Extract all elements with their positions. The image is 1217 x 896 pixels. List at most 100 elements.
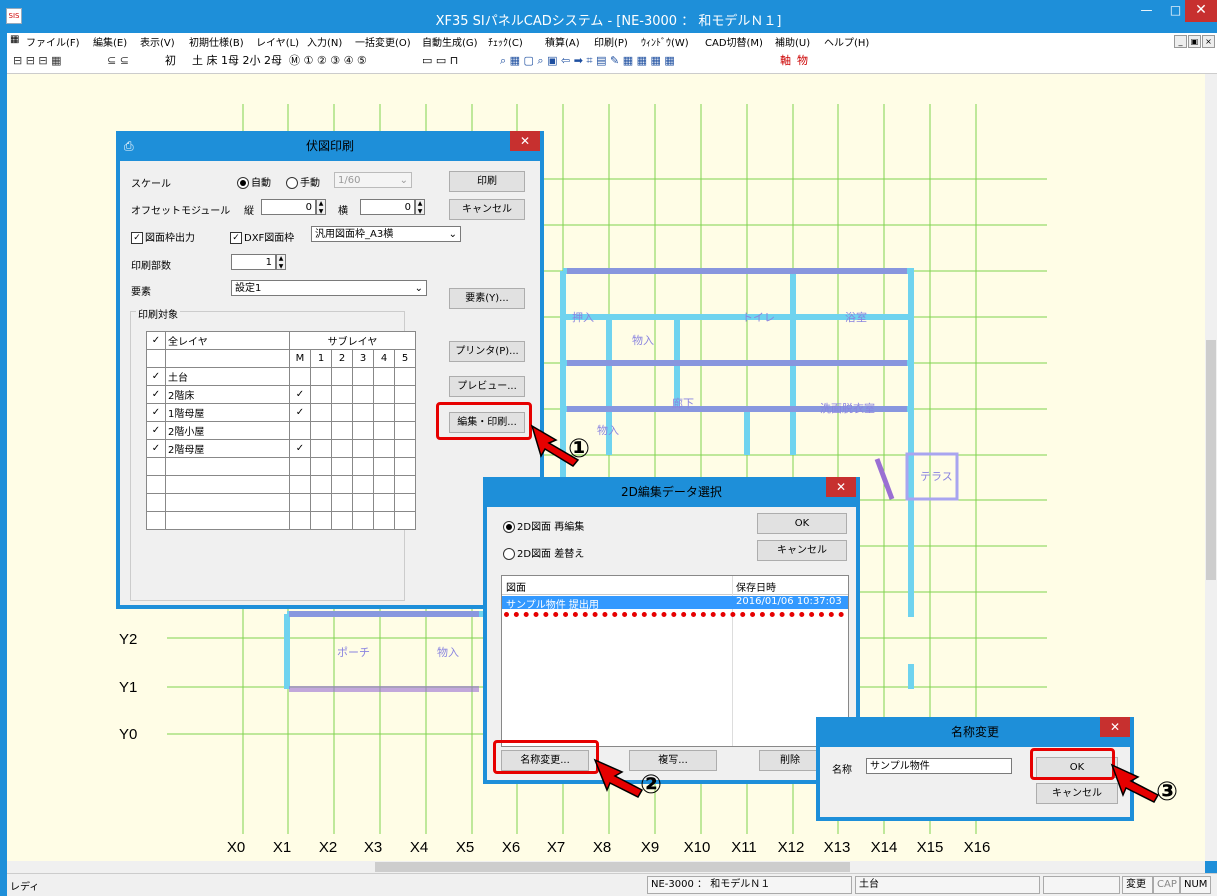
x-axis-label: X3 xyxy=(364,839,382,856)
sublayer-m-check[interactable]: ✓ xyxy=(289,439,311,458)
frame-select[interactable]: 汎用図面枠_A3横 ⌄ xyxy=(311,226,461,242)
layer-check[interactable]: ✓ xyxy=(146,439,166,458)
close-button[interactable]: ✕ xyxy=(1185,0,1217,22)
status-blank xyxy=(1043,876,1120,894)
layer-name: 2階小屋 xyxy=(165,421,290,440)
copies-spinner[interactable]: ▲ ▼ xyxy=(276,254,286,270)
name-input[interactable]: サンプル物件 xyxy=(866,758,1012,774)
close-icon[interactable]: ✕ xyxy=(510,131,540,151)
all-layers-header: 全レイヤ xyxy=(165,331,290,350)
menu-help[interactable]: ヘルプ(H) xyxy=(824,34,869,49)
copies-input[interactable]: 1 xyxy=(231,254,276,270)
scale-manual-radio[interactable]: 手動 xyxy=(286,174,320,189)
menu-bulk-change[interactable]: 一括変更(O) xyxy=(355,34,411,49)
x-axis-labels: X0 X1 X2 X3 X4 X5 X6 X7 X8 X9 X10 X11 X1… xyxy=(227,839,991,856)
menu-view[interactable]: 表示(V) xyxy=(140,34,175,49)
copy-button[interactable]: 複写... xyxy=(629,750,717,771)
sublayer-header: サブレイヤ xyxy=(289,331,416,350)
vertical-offset-input[interactable]: 0 xyxy=(261,199,316,215)
layer-check[interactable]: ✓ xyxy=(146,385,166,404)
reedit-radio[interactable]: 2D図面 再編集 xyxy=(503,518,584,533)
horizontal-offset-input[interactable]: 0 xyxy=(360,199,415,215)
sublayer-m-check[interactable]: ✓ xyxy=(289,403,311,422)
room-label: トイレ xyxy=(742,311,775,324)
horizontal-scroll-thumb[interactable] xyxy=(375,862,850,872)
menu-edit[interactable]: 編集(E) xyxy=(93,34,127,49)
toolbar-shape-buttons[interactable]: ▭ ▭ ⊓ xyxy=(422,53,458,69)
drawing-list[interactable]: 図面 保存日時 サンプル物件 提出用 2016/01/06 10:37:03 xyxy=(501,575,849,747)
list-item[interactable]: サンプル物件 提出用 2016/01/06 10:37:03 xyxy=(502,596,848,611)
layer-check[interactable]: ✓ xyxy=(146,421,166,440)
x-axis-label: X8 xyxy=(593,839,611,856)
toolbar-undo-icons[interactable]: ⊆ ⊆ xyxy=(107,53,129,69)
sublayer-m-check[interactable]: ✓ xyxy=(289,385,311,404)
delete-button[interactable]: 削除 xyxy=(759,750,821,771)
toolbar-thing-button[interactable]: 物 xyxy=(797,53,808,69)
layer-check[interactable]: ✓ xyxy=(146,403,166,422)
toolbar-init-button[interactable]: 初 xyxy=(165,53,176,69)
menu-assist[interactable]: 補助(U) xyxy=(775,34,810,49)
menu-layer[interactable]: レイヤ(L) xyxy=(256,34,299,49)
all-layers-check[interactable]: ✓ xyxy=(146,331,166,350)
mdi-close-icon[interactable]: × xyxy=(1202,35,1215,48)
y-axis-label: Y1 xyxy=(119,679,137,696)
layer-name: 1階母屋 xyxy=(165,403,290,422)
dialog-title: 伏図印刷 xyxy=(305,139,354,153)
drawing-date: 2016/01/06 10:37:03 xyxy=(736,596,842,607)
menu-check[interactable]: ﾁｪｯｸ(C) xyxy=(488,34,523,49)
dxf-frame-checkbox[interactable]: ✓ DXF図面枠 xyxy=(230,229,294,244)
menu-print[interactable]: 印刷(P) xyxy=(594,34,628,49)
replace-radio[interactable]: 2D図面 差替え xyxy=(503,545,584,560)
cancel-button[interactable]: キャンセル xyxy=(449,199,525,220)
menu-input[interactable]: 入力(N) xyxy=(307,34,342,49)
preview-button[interactable]: プレビュー... xyxy=(449,376,525,397)
print-target-label: 印刷対象 xyxy=(136,306,180,321)
print-button[interactable]: 印刷 xyxy=(449,171,525,192)
room-label: 洗面脱衣室 xyxy=(820,401,875,415)
mdi-minimize-icon[interactable]: _ xyxy=(1174,35,1187,48)
close-icon[interactable]: ✕ xyxy=(1100,717,1130,737)
horizontal-label: 横 xyxy=(338,206,348,217)
room-label: ポーチ xyxy=(337,646,370,659)
x-axis-label: X14 xyxy=(871,839,898,856)
toolbar-layer-buttons[interactable]: 土 床 1母 2小 2母 xyxy=(192,53,282,69)
sublayer-m-check[interactable] xyxy=(289,367,311,386)
horizontal-offset-spinner[interactable]: ▲ ▼ xyxy=(415,199,425,215)
scale-auto-radio[interactable]: 自動 xyxy=(237,174,271,189)
menu-cad-switch[interactable]: CAD切替(M) xyxy=(705,34,763,49)
table-row: ✓ 2階小屋 xyxy=(146,421,416,440)
x-axis-label: X12 xyxy=(778,839,805,856)
minimize-button[interactable]: — xyxy=(1132,0,1161,22)
frame-output-checkbox[interactable]: ✓ 図面枠出力 xyxy=(131,229,195,244)
menu-file[interactable]: ファイル(F) xyxy=(26,34,80,49)
cancel-button[interactable]: キャンセル xyxy=(1036,783,1118,804)
layer-check[interactable]: ✓ xyxy=(146,367,166,386)
menu-initial-spec[interactable]: 初期仕様(B) xyxy=(189,34,244,49)
toolbar-shaft-button[interactable]: 軸 xyxy=(780,53,791,69)
name-label: 名称 xyxy=(832,765,852,776)
toolbar-file-icons[interactable]: ⊟ ⊟ ⊟ ▦ xyxy=(13,53,62,69)
menu-estimate[interactable]: 積算(A) xyxy=(545,34,580,49)
element-button[interactable]: 要素(Y)... xyxy=(449,288,525,309)
element-select[interactable]: 設定1 ⌄ xyxy=(231,280,427,296)
sublayer-m-check[interactable] xyxy=(289,421,311,440)
scale-select[interactable]: 1/60 ⌄ xyxy=(334,172,412,188)
close-icon[interactable]: ✕ xyxy=(826,477,856,497)
vertical-scroll-thumb[interactable] xyxy=(1206,340,1216,580)
sublayer-col: 3 xyxy=(352,349,374,368)
menu-window[interactable]: ｳｨﾝﾄﾞｳ(W) xyxy=(641,34,689,49)
x-axis-label: X10 xyxy=(684,839,711,856)
toolbar-number-buttons[interactable]: Ⓜ ① ② ③ ④ ⑤ xyxy=(289,53,367,69)
cancel-button[interactable]: キャンセル xyxy=(757,540,847,561)
highlight-underline xyxy=(504,612,844,617)
toolbar-tool-icons[interactable]: ⌕ ▦ ▢ ⌕ ▣ ⇦ ➡ ⌗ ▤ ✎ ▦ ▦ ▦ ▦ xyxy=(500,53,675,69)
room-label: 物入 xyxy=(437,645,459,659)
ok-button[interactable]: OK xyxy=(757,513,847,534)
vertical-offset-spinner[interactable]: ▲ ▼ xyxy=(316,199,326,215)
x-axis-label: X9 xyxy=(641,839,659,856)
printer-button[interactable]: プリンタ(P)... xyxy=(449,341,525,362)
x-axis-label: X0 xyxy=(227,839,245,856)
mdi-restore-icon[interactable]: ▣ xyxy=(1188,35,1201,48)
menu-auto-generate[interactable]: 自動生成(G) xyxy=(422,34,478,49)
callout-3: ③ xyxy=(1156,777,1179,807)
